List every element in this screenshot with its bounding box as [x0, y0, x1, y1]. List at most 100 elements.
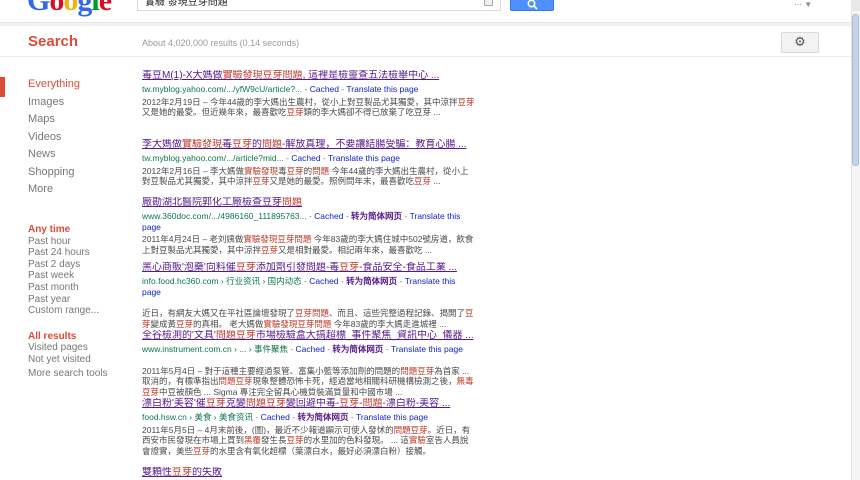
text-part: 今年83歲的李大媽走進城裡 ...	[331, 319, 446, 329]
result-url-line[interactable]: tw.myblog.yahoo.com/.../article?mid... -…	[142, 153, 476, 164]
search-button[interactable]	[510, 0, 554, 11]
filter-past-hour[interactable]: Past hour	[28, 236, 132, 248]
sidebar-item-news[interactable]: News	[28, 146, 128, 164]
separator: -	[288, 344, 296, 354]
sidebar-item-maps[interactable]: Maps	[28, 111, 128, 129]
filter-past-24-hours[interactable]: Past 24 hours	[28, 247, 132, 259]
sidebar-item-everything[interactable]: Everything	[28, 76, 128, 94]
text-part: 毒	[278, 166, 287, 176]
text-part: 2011年5月4日 – 對于這種主要經過泵管、富集小籃等添加劑的問題的	[142, 366, 400, 376]
text-part: 添加劑引發問題-毒	[256, 262, 339, 273]
result-url: tw.myblog.yahoo.com/.../yfW9cU/article?.…	[142, 84, 302, 94]
text-part: 全谷檢測的'文具'	[142, 330, 216, 341]
separator: -	[321, 153, 328, 163]
url-link[interactable]: Cached	[309, 276, 338, 286]
sidebar-visited-filters: All results Visited pages Not yet visite…	[28, 331, 132, 365]
url-link[interactable]: Translate this page	[328, 153, 400, 163]
search-result: 漂白粉'美容'催豆芽克變問題豆芽變回避中毒-豆芽-問題-漂白粉-美容 ... f…	[142, 398, 476, 456]
text-part: 的水里含有氧化超標（葉漂白水，最好必須漂白粉）接觸。	[210, 446, 431, 456]
filter-custom-range[interactable]: Custom range...	[28, 305, 132, 317]
highlighted-term: 問題	[363, 398, 383, 409]
result-title-link[interactable]: 全谷檢測的'文具'問題豆芽市場檢驗盒大搞超標_事件聚焦_資訊中心_儀器 ...	[142, 330, 476, 342]
result-url-line[interactable]: www.instrument.com.cn › ... › 事件聚焦 - Cac…	[142, 344, 476, 355]
highlighted-term: 豆芽	[236, 262, 256, 273]
url-link[interactable]: 转为简体网页	[297, 412, 348, 422]
text-part: o	[49, 0, 63, 17]
sidebar-item-more[interactable]: More	[28, 181, 128, 199]
scrollbar[interactable]	[851, 0, 860, 480]
text-part: g	[77, 0, 91, 17]
separator: -	[402, 211, 410, 221]
keyboard-icon[interactable]	[484, 0, 493, 6]
account-menu[interactable]: ⋯ ▼	[794, 0, 812, 9]
selected-nav-indicator	[0, 77, 5, 97]
more-search-tools[interactable]: More search tools	[28, 368, 107, 379]
url-link[interactable]: Cached	[310, 84, 339, 94]
text-part: 的水里加的色料發現。 ... 這	[304, 435, 409, 445]
sidebar-item-shopping[interactable]: Shopping	[28, 164, 128, 182]
result-url-line[interactable]: info.food.hc360.com › 行业资讯 › 国内动态 - Cach…	[142, 276, 476, 297]
url-link[interactable]: Translate this page	[356, 412, 428, 422]
search-result: 全谷檢測的'文具'問題豆芽市場檢驗盒大搞超標_事件聚焦_資訊中心_儀器 ... …	[142, 330, 476, 397]
text-part: o	[63, 0, 77, 17]
result-title-link[interactable]: 黑心商販'泡藥'向料催豆芽添加劑引發問題-毒豆芽-食品安全-食品工業 ...	[142, 262, 476, 274]
result-url-line[interactable]: food.hsw.cn › 美食 › 美食资讯 - Cached - 转为简体网…	[142, 412, 476, 423]
result-url-line[interactable]: tw.myblog.yahoo.com/.../yfW9cU/article?.…	[142, 84, 476, 95]
scrollbar-up-arrow[interactable]	[851, 0, 860, 11]
url-link[interactable]: Cached	[314, 211, 343, 221]
sidebar-item-images[interactable]: Images	[28, 94, 128, 112]
separator: -	[383, 344, 391, 354]
filter-any-time[interactable]: Any time	[28, 224, 132, 236]
text-part: 2011年5月5日 – 4月末前後，(圖)，最近不少報道顯示可使人發怵的	[142, 425, 394, 435]
highlighted-term: 實驗	[409, 435, 426, 445]
highlighted-term: 豆芽	[339, 398, 359, 409]
highlighted-term: 問題豆芽	[400, 366, 434, 376]
url-link[interactable]: Cached	[296, 344, 325, 354]
highlighted-term: 豆芽	[176, 319, 193, 329]
text-part: 的失敗	[192, 467, 222, 478]
text-part: 的	[304, 166, 313, 176]
filter-past-year[interactable]: Past year	[28, 294, 132, 306]
scrollbar-thumb[interactable]	[852, 14, 859, 166]
sidebar-item-videos[interactable]: Videos	[28, 129, 128, 147]
text-part: 李大媽做	[142, 139, 182, 150]
filter-past-2-days[interactable]: Past 2 days	[28, 259, 132, 271]
filter-all-results[interactable]: All results	[28, 331, 132, 342]
settings-button[interactable]: ⚙	[781, 32, 819, 53]
url-link[interactable]: Cached	[261, 412, 290, 422]
highlighted-term: 豆芽	[193, 446, 210, 456]
filter-not-yet-visited[interactable]: Not yet visited	[28, 354, 132, 365]
url-link[interactable]: Translate this page	[391, 344, 463, 354]
result-snippet: 2011年5月5日 – 4月末前後，(圖)，最近不少報道顯示可使人發怵的問題豆芽…	[142, 425, 476, 457]
result-url: info.food.hc360.com › 行业资讯 › 国内动态	[142, 276, 302, 286]
highlighted-term: 問題	[282, 197, 302, 208]
filter-past-week[interactable]: Past week	[28, 270, 132, 282]
filter-visited-pages[interactable]: Visited pages	[28, 342, 132, 353]
text-part: 毒豆M(1)-X大媽做	[142, 70, 223, 81]
filter-past-month[interactable]: Past month	[28, 282, 132, 294]
highlighted-term: 豆芽	[458, 97, 475, 107]
result-title-link[interactable]: 毒豆M(1)-X大媽做實驗發現豆芽問題, 這裡是檢靈查五法檢舉中心 ...	[142, 70, 476, 82]
url-link[interactable]: 转为简体网页	[346, 276, 397, 286]
url-link[interactable]: Cached	[291, 153, 320, 163]
result-url-line[interactable]: www.360doc.com/.../4986160_111895763... …	[142, 211, 476, 232]
url-link[interactable]: 转为简体网页	[332, 344, 383, 354]
highlighted-term: 豆芽	[339, 262, 359, 273]
text-part: 毒	[222, 139, 232, 150]
google-logo[interactable]: Google	[27, 0, 111, 18]
result-url: www.instrument.com.cn › ... › 事件聚焦	[142, 344, 288, 354]
text-part: 近日，有網友大媽又在平社區論壇發現了	[142, 308, 295, 318]
url-link[interactable]: Translate this page	[346, 84, 418, 94]
result-title-link[interactable]: 廠勘湖北醫院郭化工廠檢查豆芽問題	[142, 197, 476, 209]
search-icon	[527, 0, 538, 10]
text-part: 廠勘湖北醫院郭化工廠檢查豆芽	[142, 197, 282, 208]
text-part: -漂白粉-美容 ...	[383, 398, 451, 409]
highlighted-term: 問題豆芽	[216, 330, 256, 341]
highlighted-term: 實驗發現	[182, 139, 222, 150]
result-title-link[interactable]: 漂白粉'美容'催豆芽克變問題豆芽變回避中毒-豆芽-問題-漂白粉-美容 ...	[142, 398, 476, 410]
separator: -	[343, 211, 351, 221]
result-title-link[interactable]: 雙顆性豆芽的失敗	[142, 467, 476, 479]
result-title-link[interactable]: 李大媽做實驗發現毒豆芽的問題-解放真理，不要讓結腸受騙：教育心腸 ...	[142, 139, 476, 151]
url-link[interactable]: 转为简体网页	[351, 211, 402, 221]
result-snippet: 近日，有網友大媽又在平社區論壇發現了豆芽問題、而且、這些完整過程記錄、揭開了豆芽…	[142, 308, 476, 329]
